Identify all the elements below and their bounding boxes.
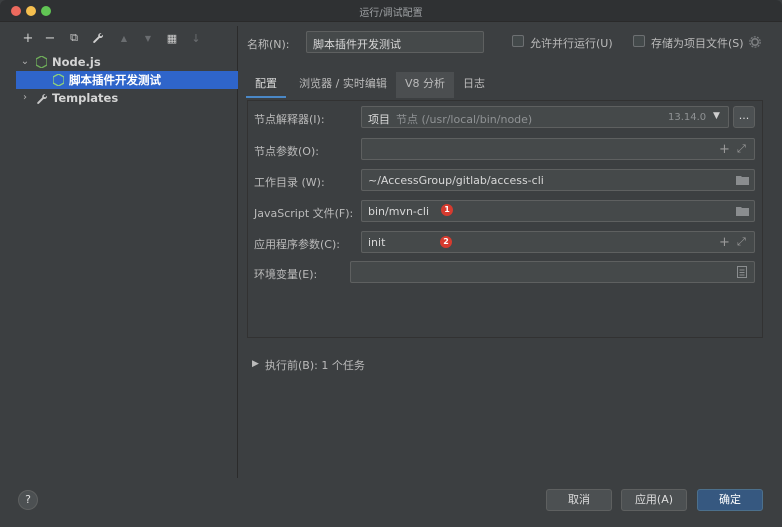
store-as-project-file-label: 存储为项目文件(S) <box>651 37 744 50</box>
window-title: 运行/调试配置 <box>359 8 423 19</box>
env-vars-label: 环境变量(E): <box>254 268 318 281</box>
name-input-value: 脚本插件开发测试 <box>313 38 401 51</box>
chevron-down-icon[interactable]: ⌄ <box>20 53 30 71</box>
move-down-icon[interactable]: ▼ <box>140 30 156 46</box>
tab-logs[interactable]: 日志 <box>454 72 494 98</box>
add-icon[interactable]: + <box>719 235 730 250</box>
tab-v8-profiling[interactable]: V8 分析 <box>396 72 454 98</box>
config-tree: ⌄ Node.js 脚本插件开发测试 › Templates <box>16 53 238 107</box>
cancel-button[interactable]: 取消 <box>546 489 612 511</box>
node-interpreter-label: 节点解释器(I): <box>254 113 325 126</box>
interpreter-path: 节点 (/usr/local/bin/node) <box>396 113 533 126</box>
nodejs-icon <box>53 74 64 86</box>
tree-item-selected-config[interactable]: 脚本插件开发测试 <box>16 71 238 89</box>
node-params-label: 节点参数(O): <box>254 145 319 158</box>
browse-interpreter-button[interactable]: ... <box>733 106 755 128</box>
add-config-icon[interactable]: + <box>20 30 36 46</box>
remove-config-icon[interactable]: − <box>42 30 58 46</box>
copy-config-icon[interactable]: ⧉ <box>66 30 82 46</box>
chevron-right-icon[interactable]: › <box>20 89 30 107</box>
name-label: 名称(N): <box>247 38 290 51</box>
expand-icon[interactable]: ⤢ <box>737 142 746 156</box>
apply-button[interactable]: 应用(A) <box>621 489 687 511</box>
chevron-down-icon: ▼ <box>713 111 720 121</box>
tab-configuration[interactable]: 配置 <box>246 72 286 98</box>
tree-group-nodejs[interactable]: ⌄ Node.js <box>16 53 238 71</box>
node-interpreter-select[interactable]: 项目 节点 (/usr/local/bin/node) 13.14.0 ▼ <box>361 106 729 128</box>
interpreter-version: 13.14.0 <box>668 112 707 123</box>
app-params-label: 应用程序参数(C): <box>254 238 340 251</box>
folder-icon[interactable] <box>736 175 749 188</box>
wrench-icon[interactable] <box>90 30 106 46</box>
js-file-input[interactable]: bin/mvn-cli <box>361 200 755 222</box>
annotation-badge-1: 1 <box>441 204 453 216</box>
chevron-right-icon[interactable]: ▶ <box>252 359 259 369</box>
app-params-input[interactable]: init + ⤢ <box>361 231 755 253</box>
wrench-icon <box>36 92 48 110</box>
add-icon[interactable]: + <box>719 142 730 157</box>
allow-parallel-label: 允许并行运行(U) <box>530 37 613 50</box>
store-as-project-file-checkbox[interactable] <box>633 35 645 47</box>
working-dir-input[interactable]: ~/AccessGroup/gitlab/access-cli <box>361 169 755 191</box>
name-input[interactable]: 脚本插件开发测试 <box>306 31 484 53</box>
move-up-icon[interactable]: ▲ <box>116 30 132 46</box>
folder-icon[interactable]: ▦ <box>164 30 180 46</box>
config-tree-panel: + − ⧉ ▲ ▼ ▦ ↓ ⌄ Node.js 脚本插件开发测试 › Templ… <box>16 26 238 478</box>
before-launch-toggle[interactable]: 执行前(B): 1 个任务 <box>265 357 365 373</box>
tree-item-label: 脚本插件开发测试 <box>69 73 161 87</box>
tree-group-templates[interactable]: › Templates <box>16 89 238 107</box>
env-vars-input[interactable] <box>350 261 755 283</box>
ok-button[interactable]: 确定 <box>697 489 763 511</box>
tree-toolbar: + − ⧉ ▲ ▼ ▦ ↓ <box>16 26 238 52</box>
sort-icon[interactable]: ↓ <box>188 30 204 46</box>
node-params-input[interactable]: + ⤢ <box>361 138 755 160</box>
document-icon[interactable] <box>737 266 747 281</box>
annotation-badge-2: 2 <box>440 236 452 248</box>
tab-browser-live-edit[interactable]: 浏览器 / 实时编辑 <box>290 72 396 98</box>
interpreter-prefix: 项目 <box>368 113 390 126</box>
nodejs-icon <box>36 56 47 68</box>
run-debug-config-window: 运行/调试配置 + − ⧉ ▲ ▼ ▦ ↓ ⌄ Node.js 脚本插件开发测试… <box>0 0 782 527</box>
help-button[interactable]: ? <box>18 490 38 510</box>
allow-parallel-checkbox[interactable] <box>512 35 524 47</box>
tree-group-label: Node.js <box>52 55 101 69</box>
js-file-value: bin/mvn-cli <box>368 205 430 218</box>
expand-icon[interactable]: ⤢ <box>737 235 746 249</box>
gear-icon[interactable] <box>749 36 761 51</box>
working-dir-label: 工作目录 (W): <box>254 176 325 189</box>
title-bar: 运行/调试配置 <box>0 0 782 22</box>
templates-label: Templates <box>52 91 119 105</box>
folder-icon[interactable] <box>736 206 749 219</box>
working-dir-value: ~/AccessGroup/gitlab/access-cli <box>368 174 544 187</box>
js-file-label: JavaScript 文件(F): <box>254 207 354 220</box>
app-params-value: init <box>368 236 386 249</box>
